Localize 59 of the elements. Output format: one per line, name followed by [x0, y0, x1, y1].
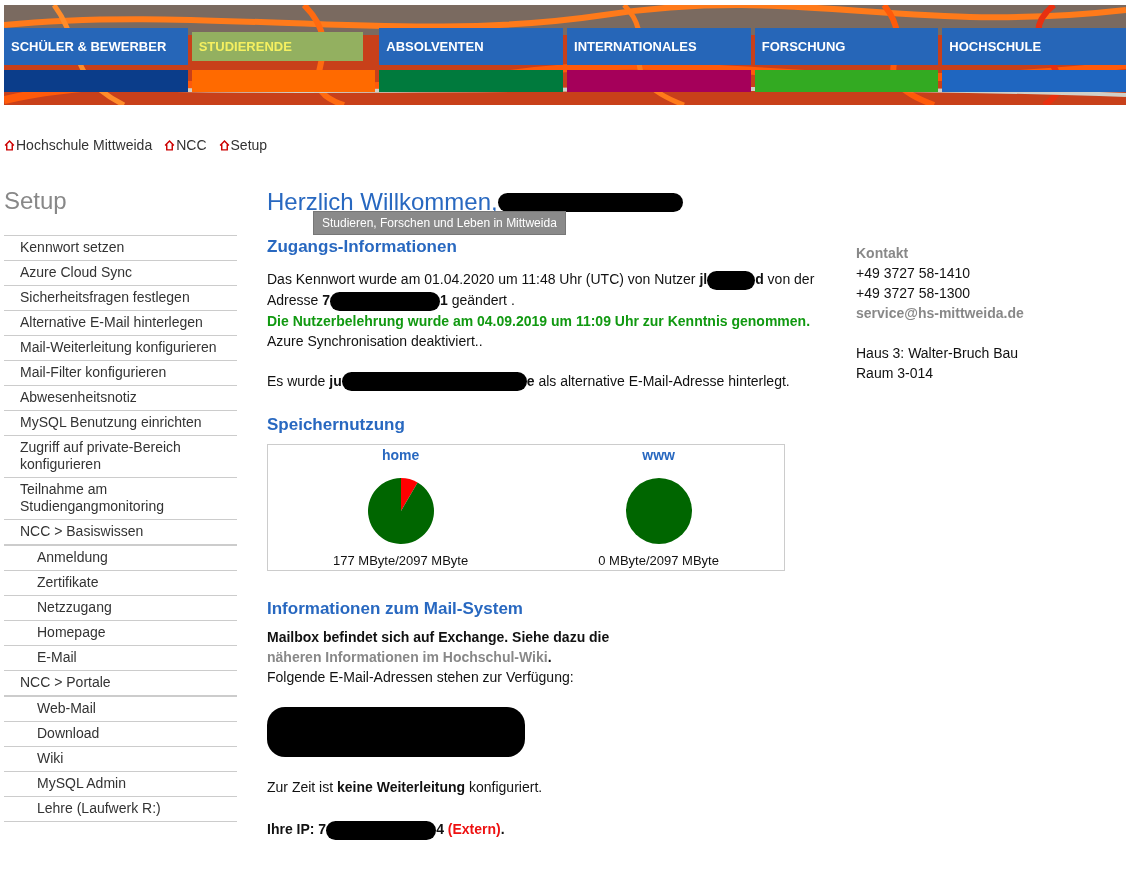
- home-icon: [4, 139, 15, 151]
- sidebar-item[interactable]: Abwesenheitsnotiz: [20, 389, 137, 406]
- paragraph: Es wurde ju e als alternative E-Mail-Adresse hinterlegt.: [267, 370, 815, 392]
- sidebar-item[interactable]: NCC > Basiswissen: [20, 523, 144, 540]
- chart-caption: 0 MByte/2097 MByte: [598, 553, 719, 569]
- contact-text: +49 3727 58-1410: [856, 264, 972, 283]
- nav-tab[interactable]: FORSCHUNG: [754, 28, 939, 65]
- nav-tab[interactable]: HOCHSCHULE: [942, 28, 1126, 65]
- chart-title: home: [381, 447, 420, 464]
- sidebar-item[interactable]: Alternative E-Mail hinterlegen: [20, 314, 203, 331]
- section-heading: Zugangs-Informationen: [267, 237, 458, 257]
- section-heading: Speichernutzung: [267, 415, 406, 436]
- contact-text: Raum 3-014: [856, 364, 935, 383]
- sidebar-subitem[interactable]: Homepage: [37, 624, 106, 641]
- sidebar-subitem[interactable]: Download: [37, 725, 100, 742]
- sidebar-item[interactable]: MySQL Benutzung einrichten: [20, 414, 202, 431]
- paragraph: Die Nutzerbelehrung wurde am 04.09.2019 um 11:09 Uhr zur Kenntnis genommen.: [267, 311, 812, 331]
- sidebar-title: Setup: [4, 187, 68, 215]
- chart-title: www: [642, 447, 675, 464]
- breadcrumb-link[interactable]: Hochschule Mittweida: [4, 137, 153, 153]
- breadcrumb-link[interactable]: Setup: [218, 137, 268, 153]
- sidebar-item[interactable]: Sicherheitsfragen festlegen: [20, 289, 190, 306]
- sidebar-item[interactable]: Mail-Filter konfigurieren: [20, 364, 167, 381]
- nav-tab[interactable]: ABSOLVENTEN: [379, 28, 563, 65]
- sidebar-item[interactable]: Azure Cloud Sync: [20, 264, 133, 281]
- paragraph: Folgende E-Mail-Adressen stehen zur Verfügung:: [267, 668, 575, 688]
- paragraph: Azure Synchronisation deaktiviert..: [267, 331, 484, 351]
- contact-heading: Kontakt: [856, 244, 910, 263]
- nav-tab[interactable]: INTERNATIONALES: [567, 28, 751, 65]
- sidebar-subitem[interactable]: Anmeldung: [37, 549, 108, 566]
- section-heading: Informationen zum Mail-System: [267, 599, 524, 620]
- sidebar-item[interactable]: Zugriff auf private-Bereich konfigurieren: [20, 439, 237, 473]
- paragraph: Ihre IP: 7 4 (Extern).: [267, 819, 815, 841]
- sidebar-subitem[interactable]: Zertifikate: [37, 574, 99, 591]
- redaction-mark: [707, 270, 756, 290]
- sidebar-item[interactable]: Mail-Weiterleitung konfigurieren: [20, 339, 217, 356]
- chart-caption: 177 MByte/2097 MByte: [333, 553, 469, 569]
- home-icon: [218, 139, 230, 151]
- sidebar-subitem[interactable]: Lehre (Laufwerk R:): [37, 800, 161, 817]
- sidebar-subitem[interactable]: Wiki: [37, 750, 64, 767]
- sidebar-subitem[interactable]: MySQL Admin: [37, 775, 126, 792]
- contact-text: +49 3727 58-1300: [856, 284, 972, 303]
- tooltip: Studieren, Forschen und Leben in Mittweida: [313, 211, 566, 235]
- sidebar-item[interactable]: Kennwort setzen: [20, 239, 125, 256]
- paragraph: Zur Zeit ist keine Weiterleitung konfiguriert.: [267, 778, 544, 798]
- paragraph: Mailbox befindet sich auf Exchange. Siehe dazu die näheren Informationen im Hochschul-Wiki.: [267, 628, 611, 668]
- breadcrumb-link[interactable]: NCC: [164, 137, 207, 153]
- wiki-link[interactable]: näheren Informationen im Hochschul-Wiki: [267, 649, 548, 666]
- contact-text: Haus 3: Walter-Bruch Bau: [856, 344, 1020, 363]
- paragraph: Das Kennwort wurde am 01.04.2020 um 11:48 Uhr (UTC) von Nutzer jl d von der Adresse 7 1 geändert .: [267, 269, 815, 311]
- sidebar-subitem[interactable]: Web-Mail: [37, 700, 96, 717]
- home-icon: [164, 139, 176, 151]
- pie-slice: [625, 478, 692, 545]
- sidebar-subitem[interactable]: Netzzugang: [37, 599, 112, 616]
- sidebar-item[interactable]: Teilnahme am Studiengangmonitoring: [20, 481, 237, 515]
- sidebar-item[interactable]: NCC > Portale: [20, 674, 111, 691]
- email-link[interactable]: service@hs-mittweida.de: [856, 303, 1024, 323]
- sidebar-subitem[interactable]: E-Mail: [37, 649, 77, 666]
- nav-tab[interactable]: SCHÜLER & BEWERBER: [4, 28, 188, 65]
